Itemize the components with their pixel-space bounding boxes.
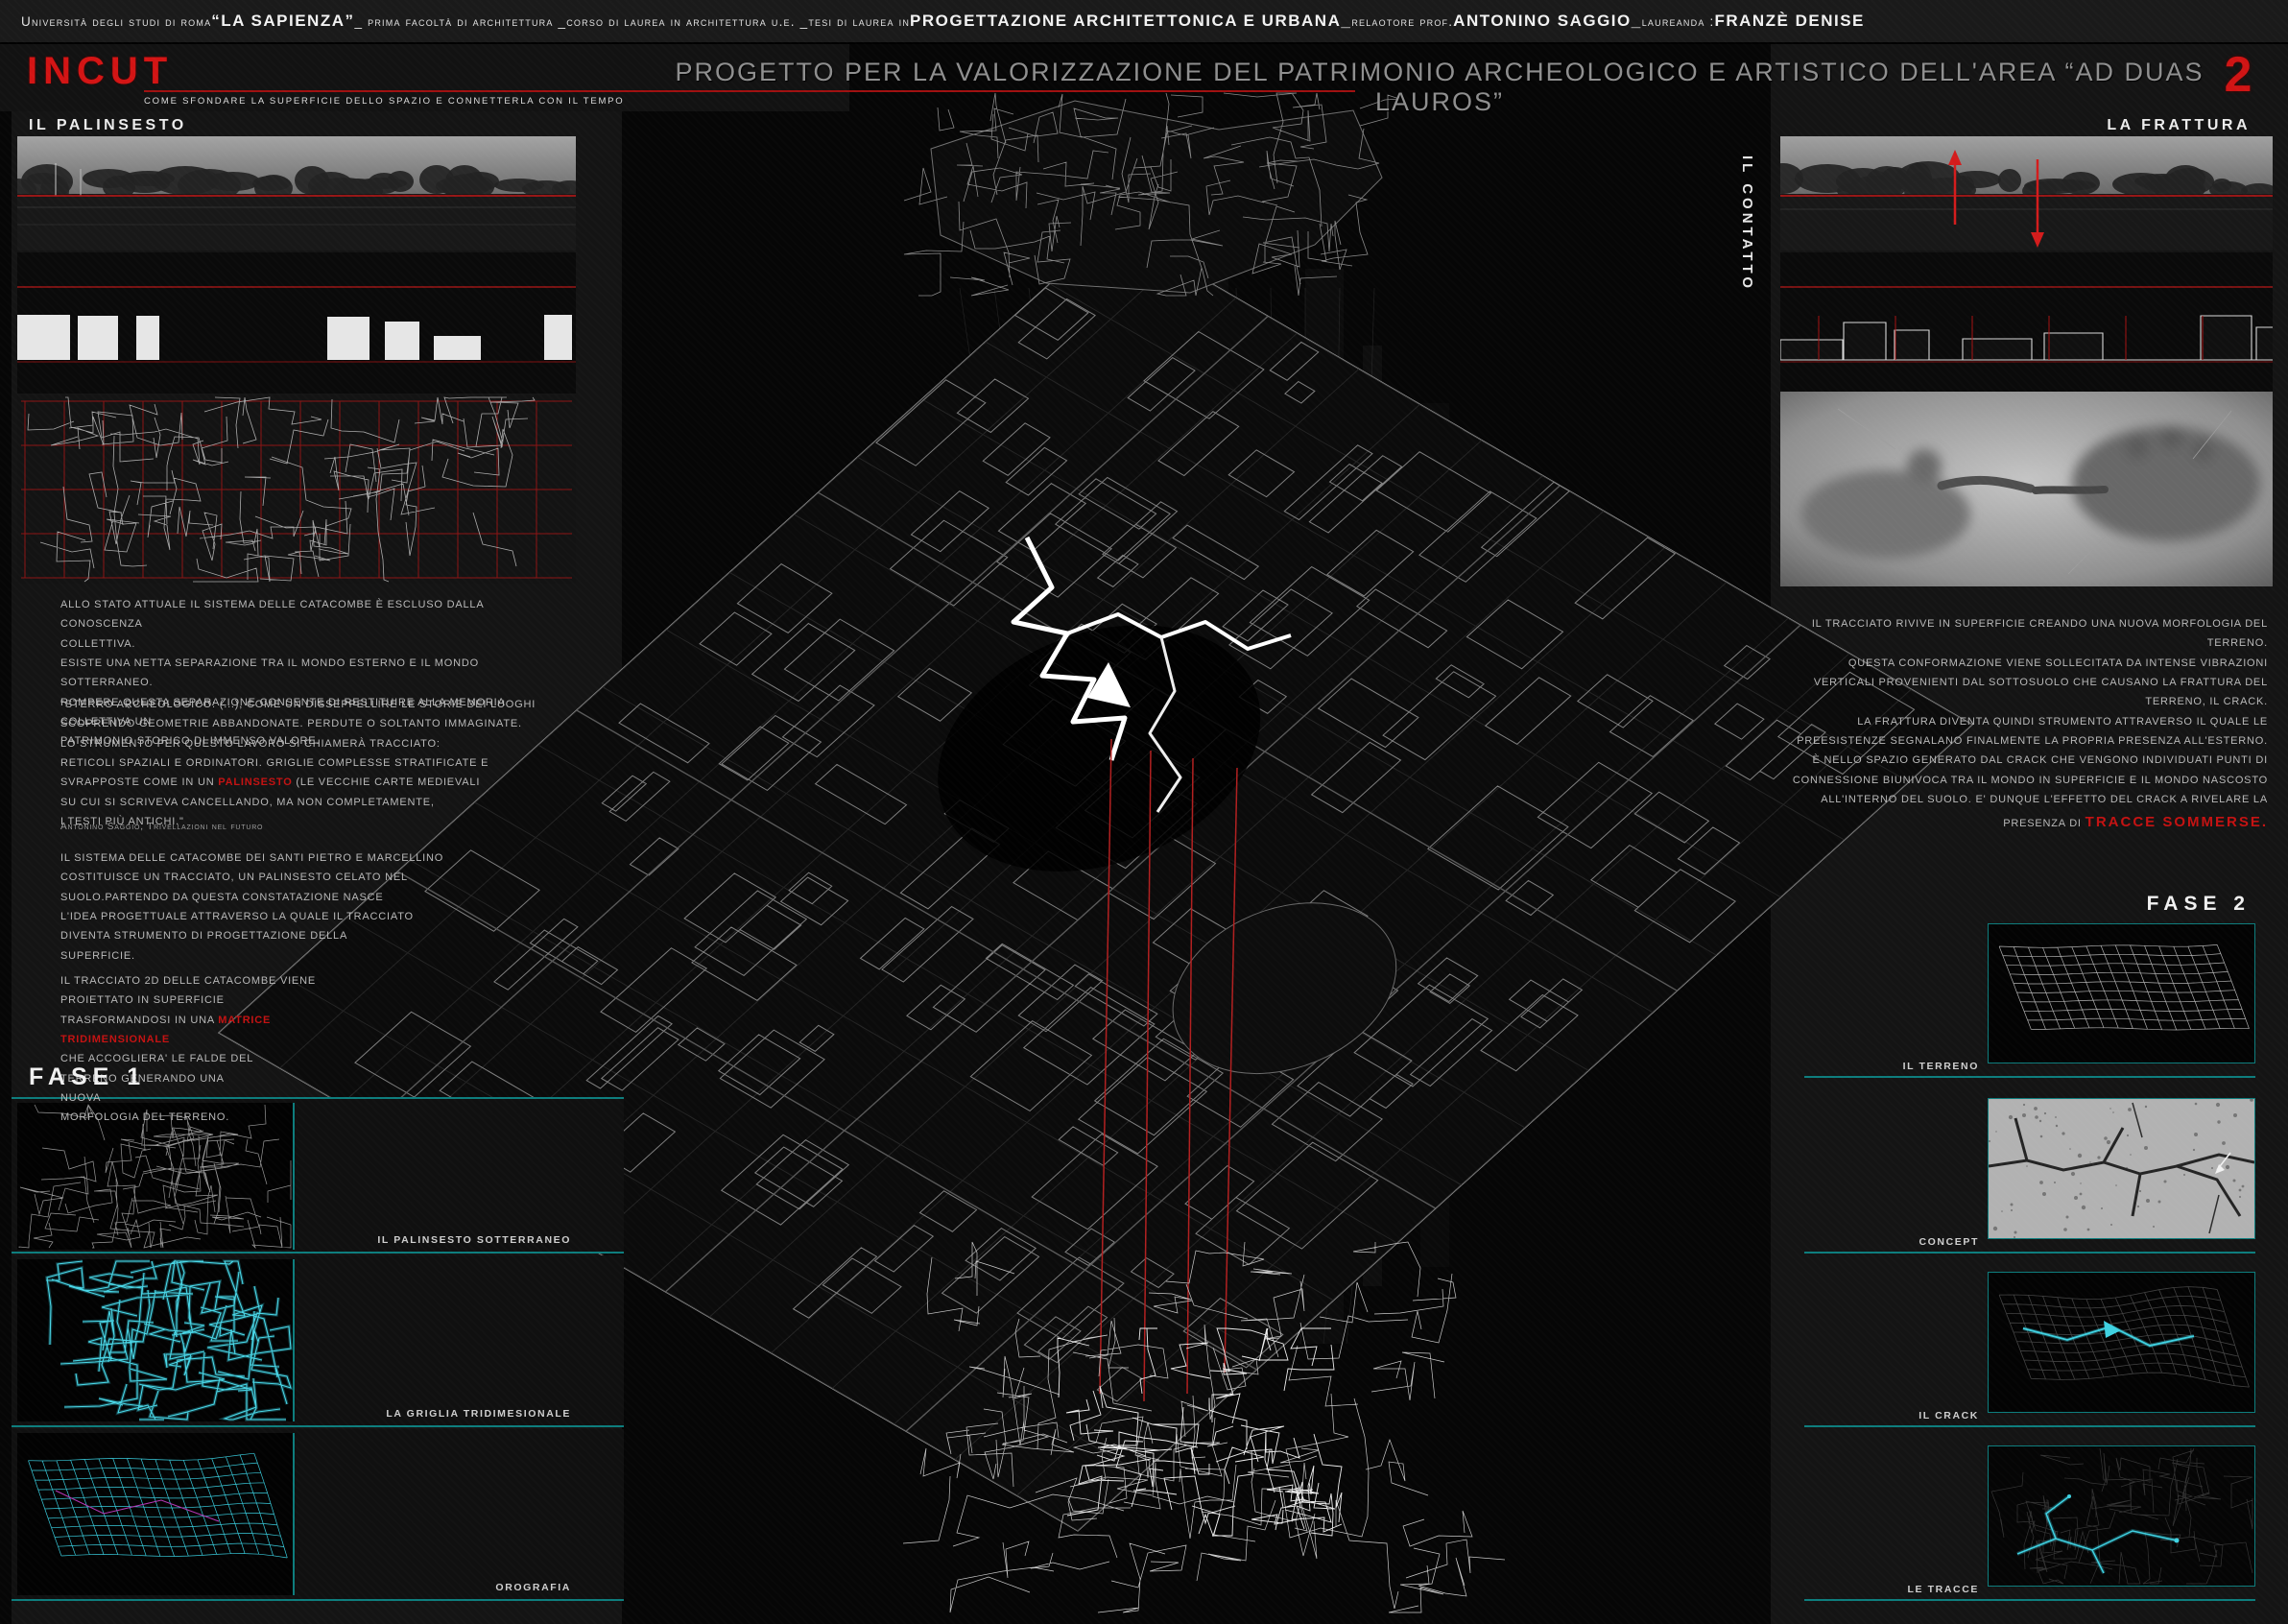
fase2-label-3: IL CRACK <box>1919 1410 1979 1421</box>
white-crack-path <box>1013 537 1291 812</box>
thumbnail-tracce <box>1988 1445 2255 1587</box>
quote-sterro-archeologico: "STERRO ARCHEOLOGICO: (...), COME UN DIS… <box>60 695 569 831</box>
panorama-photo-right <box>1780 136 2273 251</box>
quote-attribution: Antonino Saggio, Trivellazioni nel futur… <box>60 822 263 832</box>
red-drop-lines <box>1100 739 1237 1401</box>
creation-of-adam-fresco <box>1780 392 2273 586</box>
fase2-label-1: IL TERRENO <box>1903 1061 1979 1072</box>
fase1-row-orografia: OROGRAFIA <box>12 1429 624 1601</box>
fase1-row-griglia-tridimensionale: LA GRIGLIA TRIDIMESIONALE <box>12 1255 624 1427</box>
header-thesis-subject: PROGETTAZIONE ARCHITETTONICA E URBANA_ <box>910 12 1351 31</box>
floating-surface-mesh <box>904 93 1399 296</box>
god-figure-group <box>2072 426 2260 541</box>
paragraph-highlight-tracce-sommerse: TRACCE SOMMERSE. <box>2085 814 2268 830</box>
poster-board: Università degli studi di roma “LA SAPIE… <box>0 0 2288 1624</box>
paragraph-text: IL TRACCIATO RIVIVE IN SUPERFICIE CREAND… <box>1793 618 2268 829</box>
elevation-profile-left <box>17 252 576 394</box>
vertical-section-label: IL CONTATTO <box>1739 155 1755 347</box>
fase2-row-tracce: LE TRACCE <box>1804 1445 2255 1601</box>
header-text: _ prima facoltà di architettura _corso d… <box>355 14 911 29</box>
thumbnail-griglia-tridimensionale <box>17 1259 295 1421</box>
thumbnail-crack <box>1988 1272 2255 1413</box>
thumbnail-terreno <box>1988 923 2255 1063</box>
fase1-label-2: LA GRIGLIA TRIDIMESIONALE <box>386 1408 571 1420</box>
fase-2-heading: FASE 2 <box>2015 893 2251 916</box>
header-university-name: “LA SAPIENZA” <box>211 12 354 31</box>
paragraph-tracciato-2d: IL TRACCIATO 2D DELLE CATACOMBE VIENE PR… <box>60 971 569 1128</box>
university-header-bar: Università degli studi di roma “LA SAPIE… <box>0 0 2288 44</box>
right-section-heading: LA FRATTURA <box>1919 117 2251 134</box>
header-student-name: FRANZÈ DENISE <box>1714 12 1864 31</box>
thumbnail-concept-crack-photo <box>1988 1098 2255 1239</box>
catacomb-network-core <box>1058 1328 1342 1536</box>
paragraph-text: IL TRACCIATO 2D DELLE CATACOMBE VIENE PR… <box>60 975 316 1026</box>
catacomb-map-red-grid <box>17 395 576 584</box>
thumbnail-orografia <box>17 1433 295 1595</box>
left-section-heading: IL PALINSESTO <box>29 117 187 134</box>
header-professor-name: ANTONINO SAGGIO_ <box>1453 12 1642 31</box>
header-text: Università degli studi di roma <box>21 14 211 29</box>
white-down-arrow <box>1087 662 1131 707</box>
project-subtitle: PROGETTO PER LA VALORIZZAZIONE DEL PATRI… <box>672 58 2207 117</box>
fase-1-heading: FASE 1 <box>29 1063 146 1091</box>
fase1-label-3: OROGRAFIA <box>495 1582 571 1593</box>
page-number: 2 <box>2209 46 2267 104</box>
header-text: relaotore prof. <box>1351 14 1453 29</box>
project-title: INCUT <box>27 50 173 93</box>
project-tagline: COME SFONDARE LA SUPERFICIE DELLO SPAZIO… <box>144 96 625 107</box>
elevation-profile-right <box>1780 252 2273 394</box>
paragraph-frattura: IL TRACCIATO RIVIVE IN SUPERFICIE CREAND… <box>1788 614 2268 836</box>
catacomb-network-lower <box>903 1242 1505 1612</box>
fase2-label-4: LE TRACCE <box>1908 1584 1979 1595</box>
panorama-photo-left <box>17 136 576 251</box>
light-columns <box>1056 202 1449 1392</box>
quote-highlight-palinsesto: PALINSESTO <box>218 776 292 788</box>
fase2-label-2: CONCEPT <box>1919 1236 1979 1248</box>
fase2-row-terreno: IL TERRENO <box>1804 923 2255 1078</box>
fase2-row-crack: IL CRACK <box>1804 1272 2255 1427</box>
fase2-row-concept: CONCEPT <box>1804 1098 2255 1254</box>
paragraph-sistema-catacombe: IL SISTEMA DELLE CATACOMBE DEI SANTI PIE… <box>60 848 569 966</box>
fase1-label-1: IL PALINSESTO SOTTERRANEO <box>377 1234 571 1246</box>
connection-lines <box>960 288 1407 1344</box>
header-text: laureanda : <box>1642 14 1715 29</box>
quote-text: "STERRO ARCHEOLOGICO: (...), COME UN DIS… <box>60 699 536 788</box>
